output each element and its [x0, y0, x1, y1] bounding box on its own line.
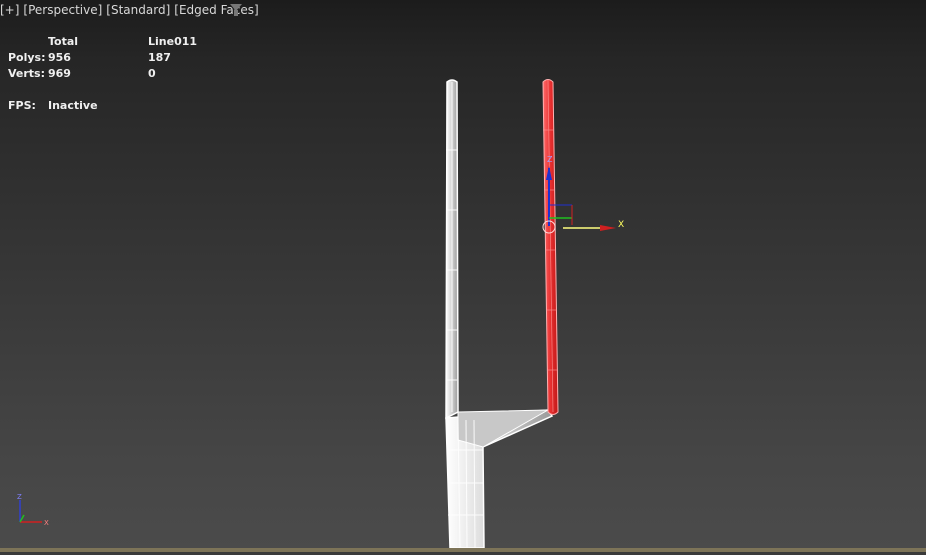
tripod-z-label: Z [17, 493, 22, 501]
gizmo-x-label: X [618, 220, 624, 230]
white-post-mesh[interactable] [445, 79, 554, 549]
world-axis-tripod-icon: Z X [17, 493, 49, 527]
gizmo-z-label: Z [547, 155, 553, 164]
viewport-scene[interactable]: X Z Z X [0, 0, 926, 555]
selected-red-post-line011[interactable] [542, 79, 559, 415]
tripod-x-label: X [44, 519, 49, 527]
